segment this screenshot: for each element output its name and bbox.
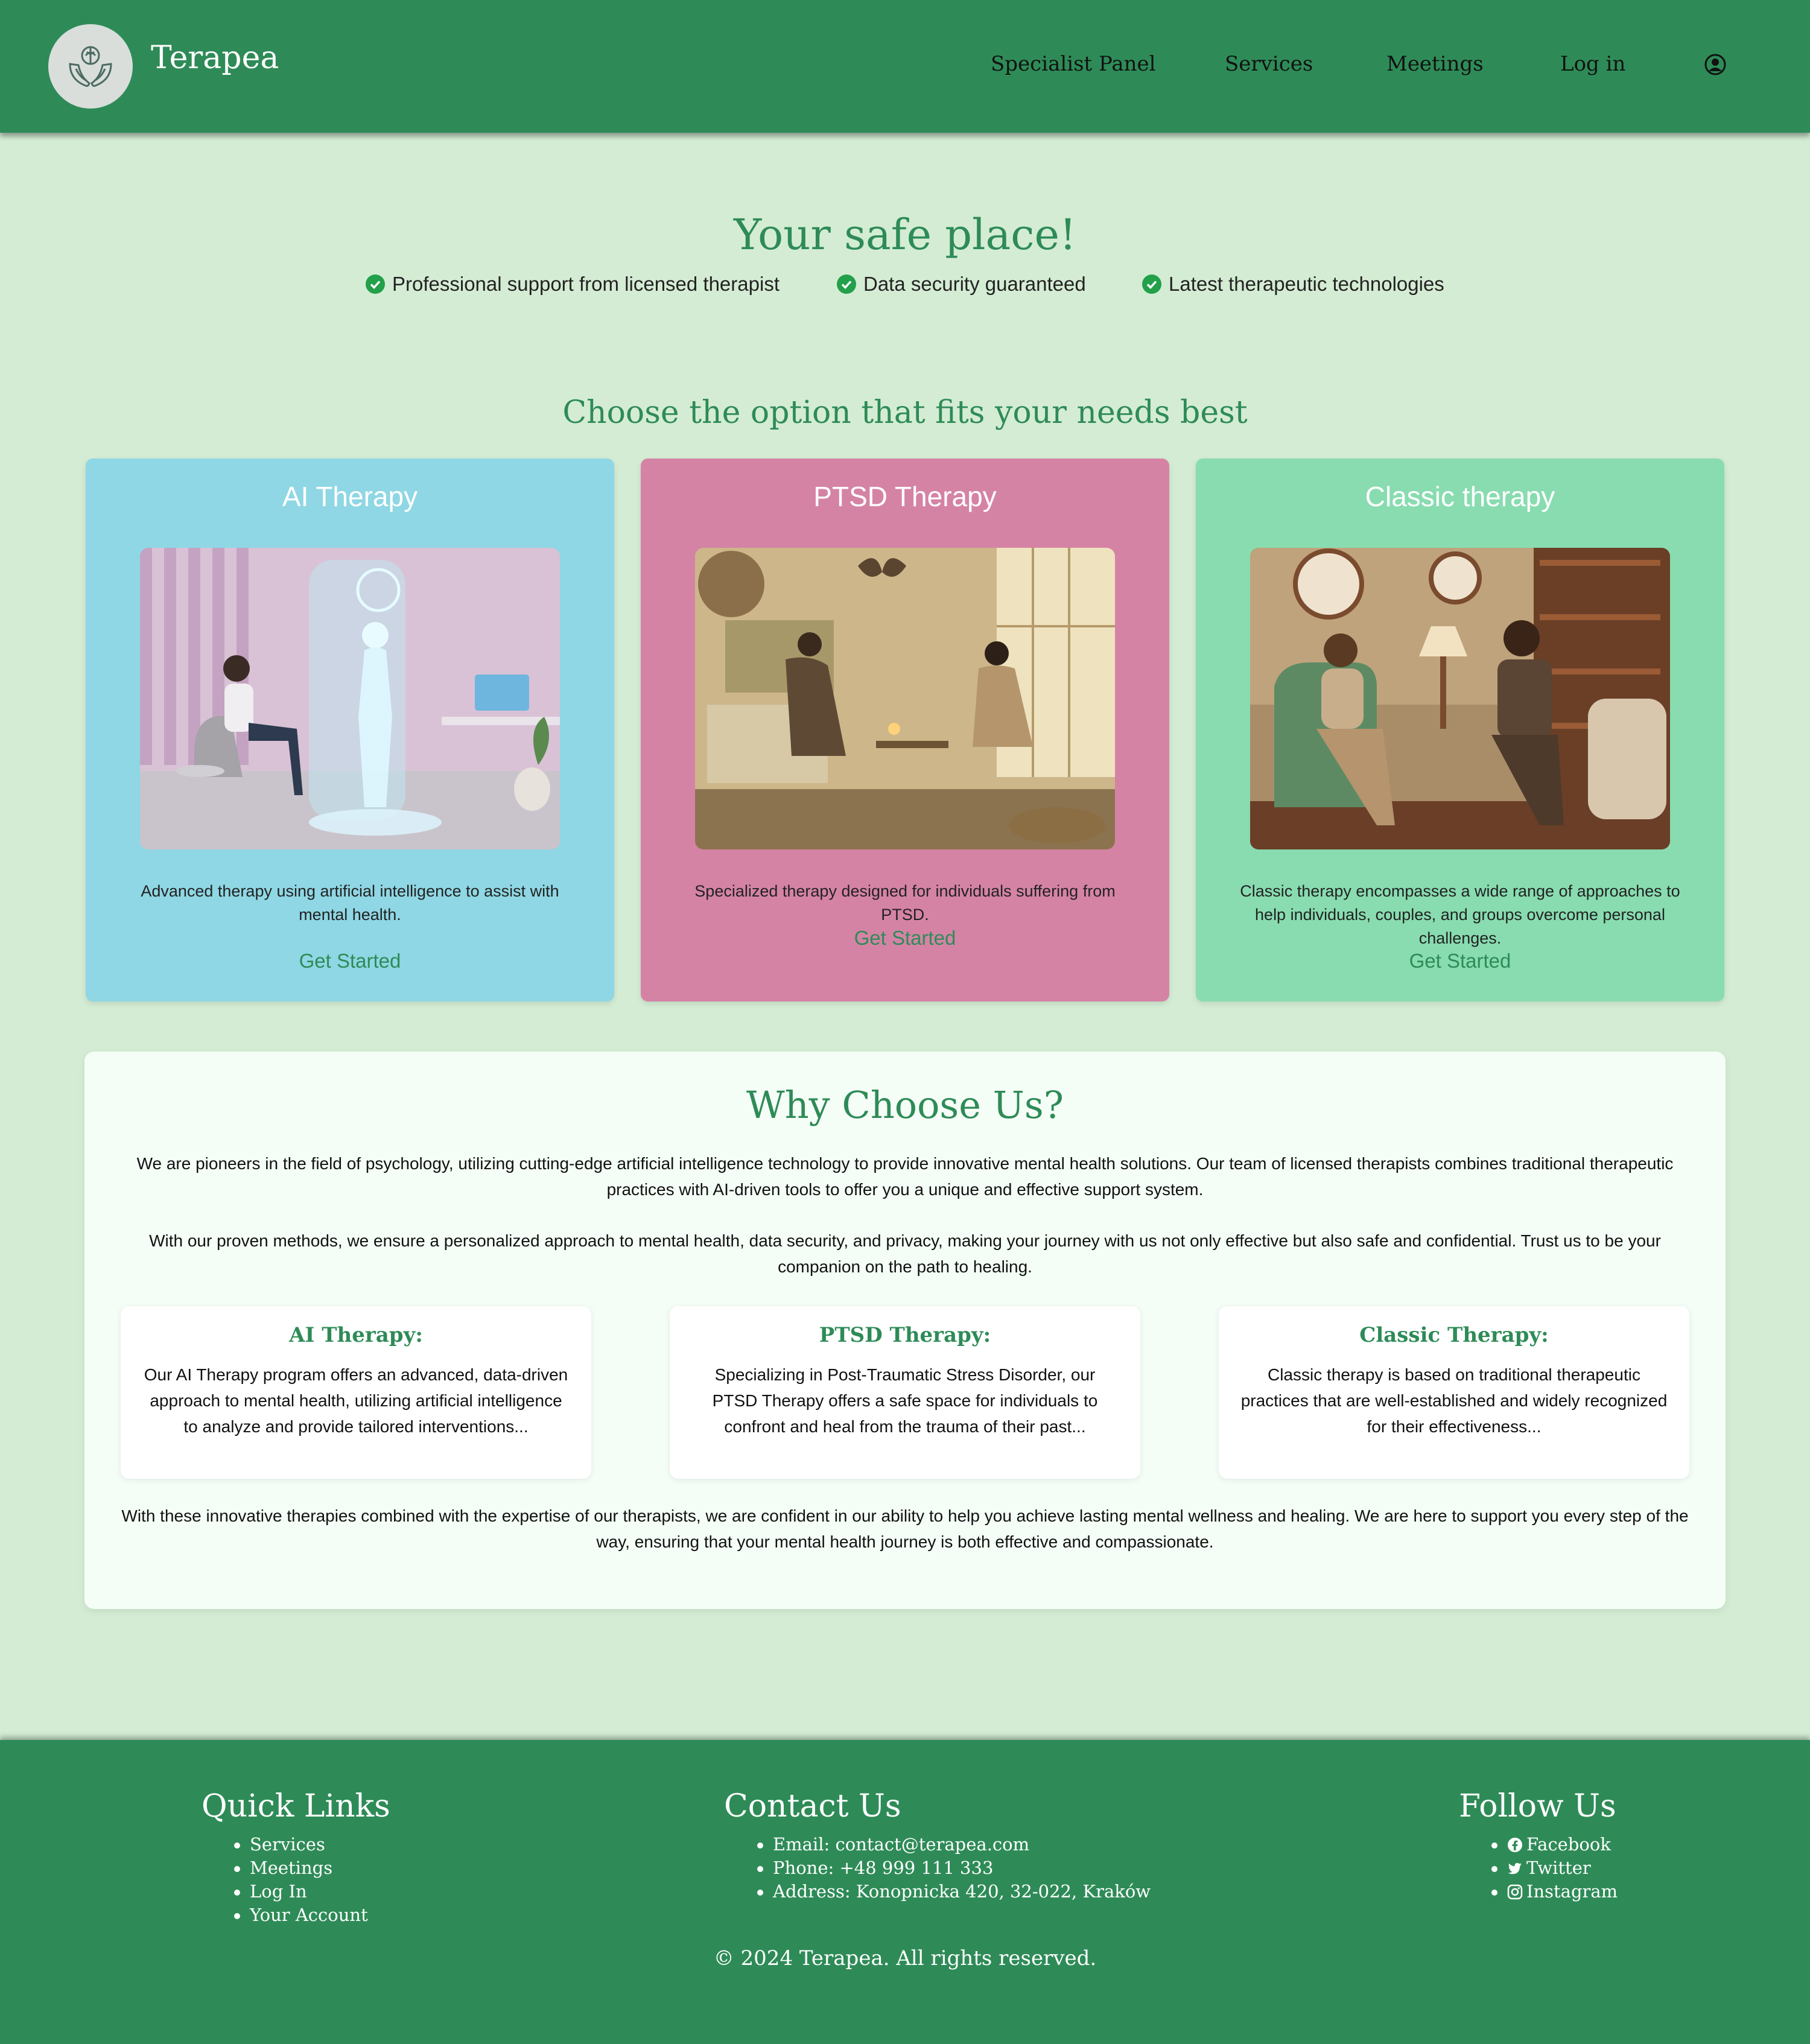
why-paragraph-3: With these innovative therapies combined…	[121, 1506, 1689, 1551]
facebook-icon	[1508, 1838, 1522, 1852]
footer-contact-phone: Phone: +48 999 111 333	[757, 1856, 1151, 1880]
get-started-ai-button[interactable]: Get Started	[86, 950, 614, 973]
card-description: Classic therapy encompasses a wide range…	[1240, 882, 1680, 947]
main-nav: Specialist Panel Services Meetings Log i…	[0, 52, 1810, 82]
why-item-classic: Classic Therapy: Classic therapy is base…	[1219, 1306, 1689, 1479]
feature-item: Professional support from licensed thera…	[366, 273, 780, 296]
user-circle-icon[interactable]	[1704, 53, 1727, 76]
options-title: Choose the option that fits your needs b…	[562, 395, 1248, 431]
twitter-icon	[1508, 1862, 1522, 1874]
nav-services[interactable]: Services	[1225, 52, 1313, 76]
footer-contact-email: Email: contact@terapea.com	[757, 1833, 1151, 1856]
card-description: Specialized therapy designed for individ…	[694, 882, 1116, 924]
why-choose-us-section: Why Choose Us? We are pioneers in the fi…	[84, 1052, 1726, 1609]
check-circle-icon	[837, 275, 856, 294]
check-circle-icon	[366, 275, 385, 294]
site-footer: Quick Links Services Meetings Log In You…	[0, 1740, 1810, 2044]
instagram-icon	[1507, 1884, 1523, 1900]
feature-text: Professional support from licensed thera…	[392, 273, 780, 295]
footer-quick-links-title: Quick Links	[202, 1788, 390, 1824]
why-paragraph-1: We are pioneers in the field of psycholo…	[136, 1154, 1674, 1199]
why-item-title: Classic Therapy:	[1359, 1323, 1549, 1347]
hero-title: Your safe place!	[734, 210, 1076, 259]
footer-follow: Follow Us Facebook Twitter Instagram	[1459, 1788, 1618, 1903]
card-description: Advanced therapy using artificial intell…	[141, 882, 559, 924]
card-title: Classic therapy	[1365, 481, 1555, 512]
site-header: Terapea Specialist Panel Services Meetin…	[0, 0, 1810, 133]
why-item-title: PTSD Therapy:	[819, 1323, 991, 1347]
footer-social-facebook[interactable]: Facebook	[1491, 1833, 1618, 1856]
why-item-text: Classic therapy is based on traditional …	[1240, 1365, 1668, 1436]
ai-therapy-image	[140, 548, 560, 849]
feature-text: Latest therapeutic technologies	[1169, 273, 1444, 295]
footer-contact-title: Contact Us	[724, 1788, 901, 1824]
footer-link-services[interactable]: Services	[234, 1833, 390, 1856]
classic-therapy-image	[1250, 548, 1670, 849]
card-classic-therapy: Classic therapy Classic therapy encompas…	[1196, 459, 1724, 1001]
feature-item: Data security guaranteed	[837, 273, 1086, 296]
why-item-ai: AI Therapy: Our AI Therapy program offer…	[121, 1306, 591, 1479]
feature-list: Professional support from licensed thera…	[0, 273, 1810, 303]
check-circle-icon	[1142, 275, 1161, 294]
why-paragraph-2: With our proven methods, we ensure a per…	[149, 1231, 1661, 1276]
feature-text: Data security guaranteed	[863, 273, 1086, 295]
copyright: © 2024 Terapea. All rights reserved.	[713, 1946, 1097, 1970]
nav-meetings[interactable]: Meetings	[1386, 52, 1484, 76]
why-item-text: Specializing in Post-Traumatic Stress Di…	[712, 1365, 1098, 1436]
footer-quick-links: Quick Links Services Meetings Log In You…	[202, 1788, 390, 1927]
card-ai-therapy: AI Therapy Advanced therapy using artifi…	[86, 459, 614, 1001]
footer-contact-address: Address: Konopnicka 420, 32-022, Kraków	[757, 1880, 1151, 1903]
get-started-ptsd-button[interactable]: Get Started	[641, 927, 1169, 950]
footer-social-twitter[interactable]: Twitter	[1491, 1856, 1618, 1880]
footer-link-log-in[interactable]: Log In	[234, 1880, 390, 1903]
footer-social-instagram[interactable]: Instagram	[1491, 1880, 1618, 1903]
why-item-ptsd: PTSD Therapy: Specializing in Post-Traum…	[670, 1306, 1140, 1479]
footer-link-your-account[interactable]: Your Account	[234, 1903, 390, 1927]
card-ptsd-therapy: PTSD Therapy Specialized therapy designe…	[641, 459, 1169, 1001]
nav-log-in[interactable]: Log in	[1560, 52, 1625, 76]
feature-item: Latest therapeutic technologies	[1142, 273, 1444, 296]
why-title: Why Choose Us?	[746, 1083, 1064, 1127]
get-started-classic-button[interactable]: Get Started	[1196, 950, 1724, 973]
card-title: PTSD Therapy	[813, 481, 997, 512]
why-item-title: AI Therapy:	[289, 1323, 423, 1347]
nav-specialist-panel[interactable]: Specialist Panel	[991, 52, 1156, 76]
footer-follow-title: Follow Us	[1459, 1788, 1616, 1824]
card-title: AI Therapy	[282, 481, 418, 512]
why-item-text: Our AI Therapy program offers an advance…	[144, 1365, 568, 1436]
footer-link-meetings[interactable]: Meetings	[234, 1856, 390, 1880]
footer-contact: Contact Us Email: contact@terapea.com Ph…	[724, 1788, 1151, 1903]
ptsd-therapy-image	[695, 548, 1115, 849]
